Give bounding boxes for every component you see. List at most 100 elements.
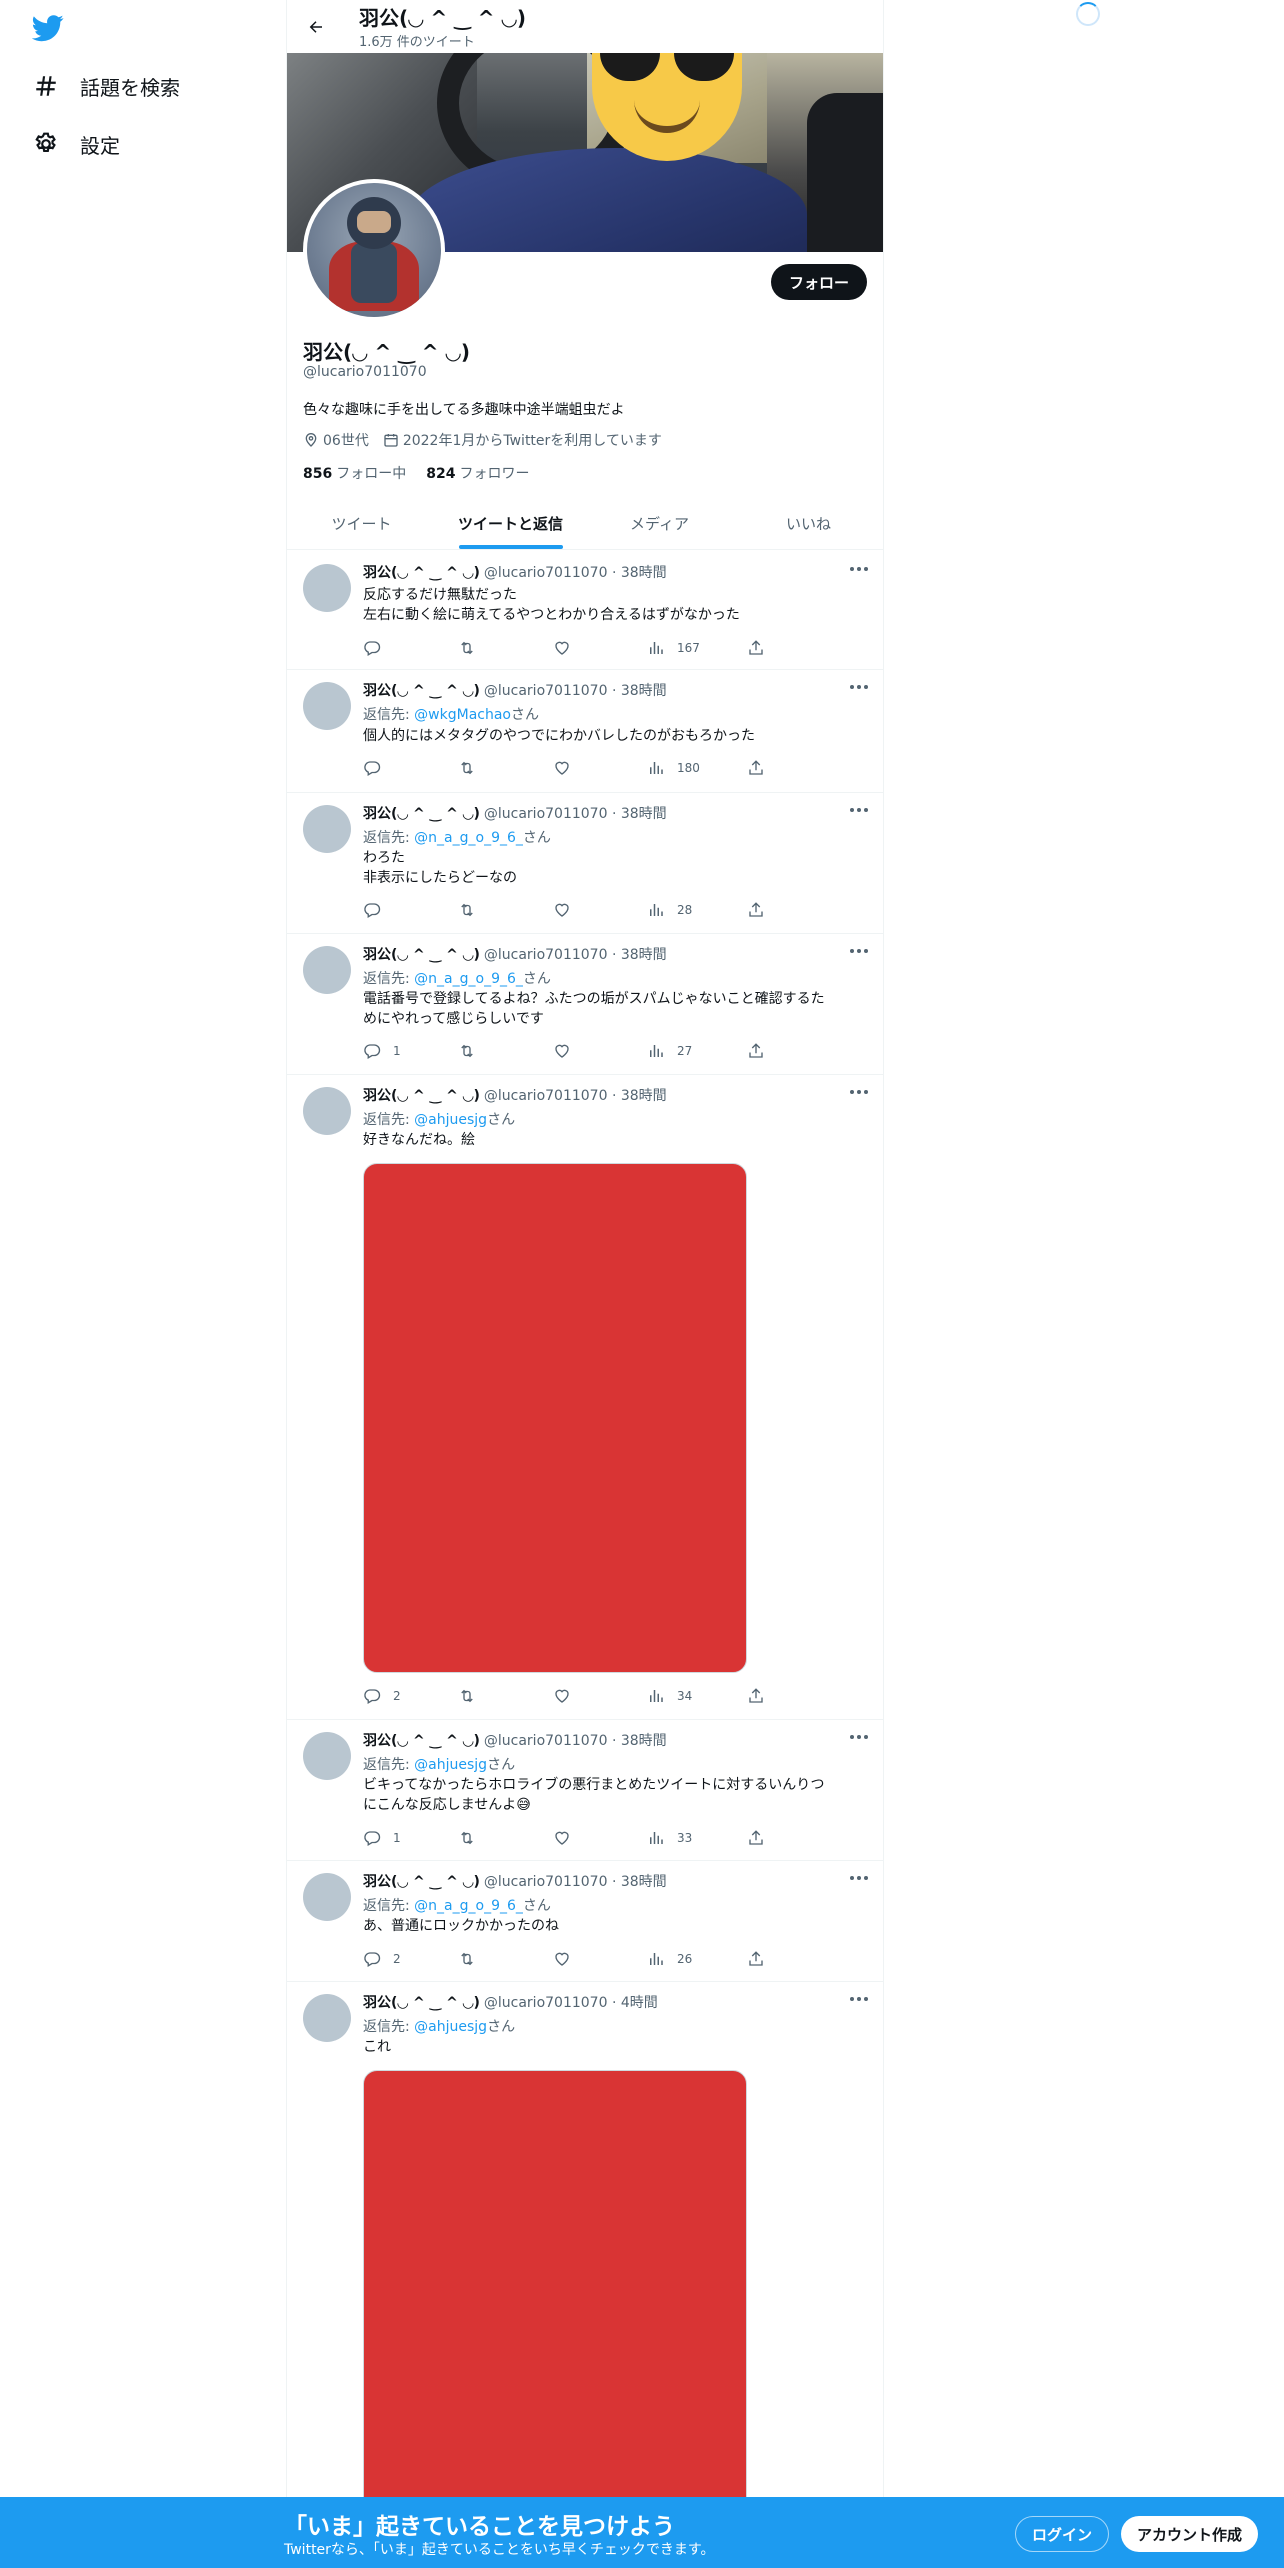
followers-link[interactable]: 824 フォロワー — [426, 463, 529, 483]
reply-button[interactable]: 1 — [363, 1829, 401, 1847]
retweet-button[interactable] — [457, 901, 489, 919]
reply-button[interactable] — [363, 639, 393, 657]
tweet[interactable]: 羽公(◡ ^ ‿ ^ ◡) @lucario7011070 · 38時間 返信先:… — [287, 1720, 883, 1861]
more-options-icon[interactable] — [849, 803, 869, 817]
share-button[interactable] — [747, 901, 765, 919]
more-options-icon[interactable] — [849, 1085, 869, 1099]
tweet[interactable]: 羽公(◡ ^ ‿ ^ ◡) @lucario7011070 · 4時間 返信先: … — [287, 1982, 883, 2568]
tab-media[interactable]: メディア — [585, 497, 734, 549]
tweet[interactable]: 羽公(◡ ^ ‿ ^ ◡) @lucario7011070 · 38時間 反応する… — [287, 552, 883, 670]
avatar[interactable] — [303, 1994, 351, 2042]
tweet-time[interactable]: 38時間 — [621, 806, 667, 822]
more-options-icon[interactable] — [849, 562, 869, 576]
tweet-author-handle[interactable]: @lucario7011070 — [484, 1088, 608, 1104]
avatar[interactable] — [303, 946, 351, 994]
share-button[interactable] — [747, 1042, 765, 1060]
back-button[interactable] — [299, 10, 333, 44]
tweet-author-name[interactable]: 羽公(◡ ^ ‿ ^ ◡) — [363, 806, 480, 822]
reply-button[interactable]: 2 — [363, 1687, 401, 1705]
views-button[interactable]: 34 — [647, 1687, 692, 1705]
tweet-author-name[interactable]: 羽公(◡ ^ ‿ ^ ◡) — [363, 1733, 480, 1749]
reply-mention-link[interactable]: @wkgMachao — [414, 707, 511, 723]
like-button[interactable] — [553, 639, 583, 657]
tweet[interactable]: 羽公(◡ ^ ‿ ^ ◡) @lucario7011070 · 38時間 返信先:… — [287, 670, 883, 793]
tweet-author-name[interactable]: 羽公(◡ ^ ‿ ^ ◡) — [363, 947, 480, 963]
login-button[interactable]: ログイン — [1015, 2516, 1110, 2552]
tweet-author-handle[interactable]: @lucario7011070 — [484, 565, 608, 581]
tweet[interactable]: 羽公(◡ ^ ‿ ^ ◡) @lucario7011070 · 38時間 返信先:… — [287, 1075, 883, 1720]
avatar[interactable] — [303, 1087, 351, 1135]
tweet-author-name[interactable]: 羽公(◡ ^ ‿ ^ ◡) — [363, 565, 480, 581]
tweet-time[interactable]: 38時間 — [621, 1733, 667, 1749]
retweet-button[interactable] — [457, 759, 489, 777]
tweet-time[interactable]: 38時間 — [621, 565, 667, 581]
reply-button[interactable] — [363, 901, 393, 919]
views-button[interactable]: 26 — [647, 1950, 692, 1968]
share-button[interactable] — [747, 639, 765, 657]
tweet-author-name[interactable]: 羽公(◡ ^ ‿ ^ ◡) — [363, 683, 480, 699]
more-options-icon[interactable] — [849, 944, 869, 958]
tweet-author-handle[interactable]: @lucario7011070 — [484, 1995, 608, 2011]
tab-tweets-and-replies[interactable]: ツイートと返信 — [436, 497, 585, 549]
tweet-author-handle[interactable]: @lucario7011070 — [484, 683, 608, 699]
tweet-author-name[interactable]: 羽公(◡ ^ ‿ ^ ◡) — [363, 1874, 480, 1890]
views-button[interactable]: 27 — [647, 1042, 692, 1060]
tweet[interactable]: 羽公(◡ ^ ‿ ^ ◡) @lucario7011070 · 38時間 返信先:… — [287, 793, 883, 934]
tab-likes[interactable]: いいね — [734, 497, 883, 549]
like-button[interactable] — [553, 1687, 583, 1705]
more-options-icon[interactable] — [849, 1871, 869, 1885]
more-options-icon[interactable] — [849, 680, 869, 694]
tweet[interactable]: 羽公(◡ ^ ‿ ^ ◡) @lucario7011070 · 38時間 返信先:… — [287, 1861, 883, 1982]
tweet-time[interactable]: 38時間 — [621, 1088, 667, 1104]
following-link[interactable]: 856 フォロー中 — [303, 463, 406, 483]
retweet-button[interactable] — [457, 1829, 489, 1847]
tweet-time[interactable]: 4時間 — [621, 1995, 658, 2011]
avatar[interactable] — [303, 1732, 351, 1780]
tweet-time[interactable]: 38時間 — [621, 683, 667, 699]
nav-settings[interactable]: 設定 — [32, 122, 120, 166]
like-button[interactable] — [553, 901, 583, 919]
tweet-author-handle[interactable]: @lucario7011070 — [484, 947, 608, 963]
reply-mention-link[interactable]: @n_a_g_o_9_6_ — [414, 971, 523, 987]
like-button[interactable] — [553, 1829, 583, 1847]
views-button[interactable]: 33 — [647, 1829, 692, 1847]
views-button[interactable]: 180 — [647, 759, 700, 777]
share-button[interactable] — [747, 1950, 765, 1968]
share-button[interactable] — [747, 1687, 765, 1705]
tweet-author-name[interactable]: 羽公(◡ ^ ‿ ^ ◡) — [363, 1995, 480, 2011]
tweet-time[interactable]: 38時間 — [621, 1874, 667, 1890]
tweet-author-handle[interactable]: @lucario7011070 — [484, 1733, 608, 1749]
views-button[interactable]: 167 — [647, 639, 700, 657]
reply-mention-link[interactable]: @ahjuesjg — [414, 2019, 487, 2035]
retweet-button[interactable] — [457, 1042, 489, 1060]
reply-button[interactable] — [363, 759, 393, 777]
reply-mention-link[interactable]: @ahjuesjg — [414, 1112, 487, 1128]
reply-button[interactable]: 2 — [363, 1950, 401, 1968]
twitter-logo-icon[interactable] — [31, 12, 64, 44]
follow-button[interactable]: フォロー — [770, 264, 867, 300]
tab-tweets[interactable]: ツイート — [287, 497, 436, 549]
tweet-author-name[interactable]: 羽公(◡ ^ ‿ ^ ◡) — [363, 1088, 480, 1104]
retweet-button[interactable] — [457, 1950, 489, 1968]
reply-mention-link[interactable]: @n_a_g_o_9_6_ — [414, 1898, 523, 1914]
profile-avatar[interactable] — [303, 179, 445, 321]
avatar[interactable] — [303, 1873, 351, 1921]
like-button[interactable] — [553, 1042, 583, 1060]
retweet-button[interactable] — [457, 1687, 489, 1705]
avatar[interactable] — [303, 682, 351, 730]
reply-button[interactable]: 1 — [363, 1042, 401, 1060]
tweet-author-handle[interactable]: @lucario7011070 — [484, 1874, 608, 1890]
more-options-icon[interactable] — [849, 1992, 869, 2006]
retweet-button[interactable] — [457, 639, 489, 657]
share-button[interactable] — [747, 1829, 765, 1847]
tweet-media-image[interactable] — [363, 2070, 747, 2568]
tweet-time[interactable]: 38時間 — [621, 947, 667, 963]
avatar[interactable] — [303, 564, 351, 612]
tweet[interactable]: 羽公(◡ ^ ‿ ^ ◡) @lucario7011070 · 38時間 返信先:… — [287, 934, 883, 1075]
signup-button[interactable]: アカウント作成 — [1121, 2516, 1259, 2552]
like-button[interactable] — [553, 759, 583, 777]
more-options-icon[interactable] — [849, 1730, 869, 1744]
reply-mention-link[interactable]: @n_a_g_o_9_6_ — [414, 830, 523, 846]
share-button[interactable] — [747, 759, 765, 777]
nav-explore[interactable]: 話題を検索 — [32, 64, 180, 108]
